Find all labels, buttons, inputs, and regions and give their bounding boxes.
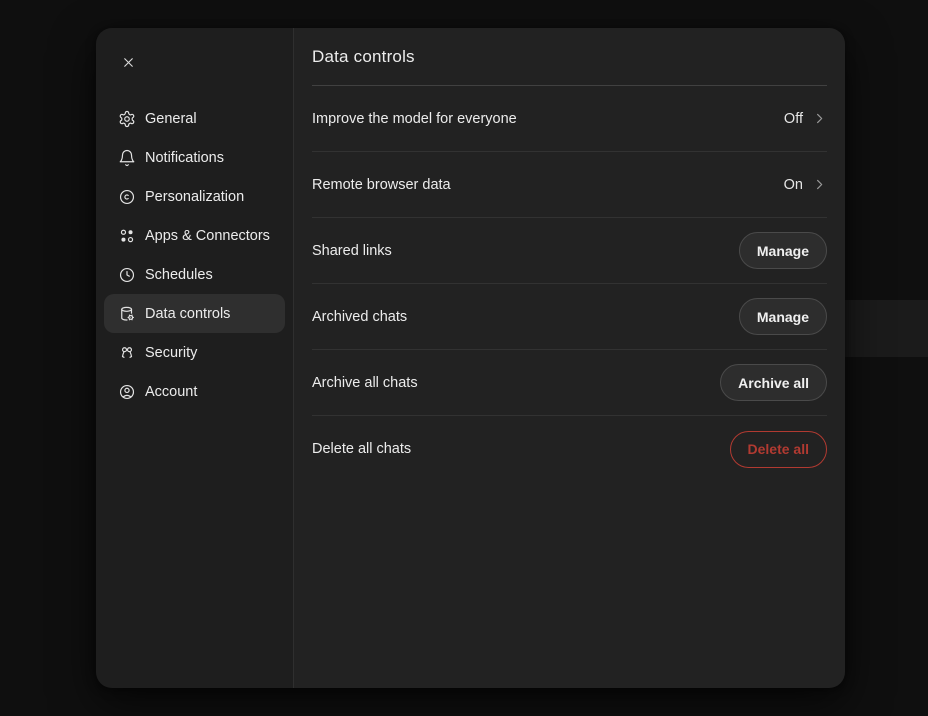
- setting-label: Archive all chats: [312, 375, 418, 391]
- setting-value-group: On: [784, 177, 827, 193]
- sidebar-item-label: Account: [145, 384, 197, 400]
- setting-row-archive-all-chats: Archive all chats Archive all: [312, 350, 827, 416]
- setting-row-improve-model[interactable]: Improve the model for everyone Off: [312, 86, 827, 152]
- setting-label: Improve the model for everyone: [312, 111, 517, 127]
- setting-label: Shared links: [312, 243, 392, 259]
- sidebar-item-label: Notifications: [145, 150, 224, 166]
- delete-all-button[interactable]: Delete all: [730, 431, 827, 468]
- setting-row-archived-chats: Archived chats Manage: [312, 284, 827, 350]
- settings-sidebar: General Notifications Personalization: [96, 28, 294, 688]
- database-gear-icon: [118, 305, 136, 323]
- gear-icon: [118, 110, 136, 128]
- settings-nav: General Notifications Personalization: [104, 99, 285, 411]
- setting-label: Delete all chats: [312, 441, 411, 457]
- background-highlight-band: [840, 300, 928, 357]
- chevron-right-icon: [812, 177, 827, 192]
- settings-content: Data controls Improve the model for ever…: [294, 28, 845, 688]
- setting-row-delete-all-chats: Delete all chats Delete all: [312, 416, 827, 482]
- user-circle-icon: [118, 383, 136, 401]
- sidebar-item-account[interactable]: Account: [104, 372, 285, 411]
- sidebar-item-label: Schedules: [145, 267, 213, 283]
- sidebar-item-notifications[interactable]: Notifications: [104, 138, 285, 177]
- sidebar-item-schedules[interactable]: Schedules: [104, 255, 285, 294]
- content-header: Data controls: [312, 28, 827, 86]
- sidebar-item-apps-connectors[interactable]: Apps & Connectors: [104, 216, 285, 255]
- clock-icon: [118, 266, 136, 284]
- settings-rows: Improve the model for everyone Off Remot…: [312, 86, 827, 482]
- apps-connectors-icon: [118, 227, 136, 245]
- setting-label: Archived chats: [312, 309, 407, 325]
- sidebar-item-label: Personalization: [145, 189, 244, 205]
- bell-icon: [118, 149, 136, 167]
- close-icon: [121, 55, 136, 70]
- chevron-right-icon: [812, 111, 827, 126]
- sidebar-item-label: Security: [145, 345, 197, 361]
- sidebar-item-security[interactable]: Security: [104, 333, 285, 372]
- setting-row-shared-links: Shared links Manage: [312, 218, 827, 284]
- page-title: Data controls: [312, 47, 415, 67]
- setting-value: Off: [784, 111, 803, 127]
- desktop-background: General Notifications Personalization: [0, 0, 928, 716]
- sidebar-item-label: Data controls: [145, 306, 230, 322]
- close-button[interactable]: [116, 50, 140, 74]
- sidebar-item-label: Apps & Connectors: [145, 228, 270, 244]
- sidebar-item-label: General: [145, 111, 197, 127]
- archive-all-button[interactable]: Archive all: [720, 364, 827, 401]
- setting-value-group: Off: [784, 111, 827, 127]
- setting-value: On: [784, 177, 803, 193]
- manage-archived-chats-button[interactable]: Manage: [739, 298, 827, 335]
- settings-dialog: General Notifications Personalization: [96, 28, 845, 688]
- personalization-icon: [118, 188, 136, 206]
- keys-icon: [118, 344, 136, 362]
- sidebar-item-general[interactable]: General: [104, 99, 285, 138]
- setting-label: Remote browser data: [312, 177, 451, 193]
- setting-row-remote-browser-data[interactable]: Remote browser data On: [312, 152, 827, 218]
- sidebar-item-personalization[interactable]: Personalization: [104, 177, 285, 216]
- manage-shared-links-button[interactable]: Manage: [739, 232, 827, 269]
- sidebar-item-data-controls[interactable]: Data controls: [104, 294, 285, 333]
